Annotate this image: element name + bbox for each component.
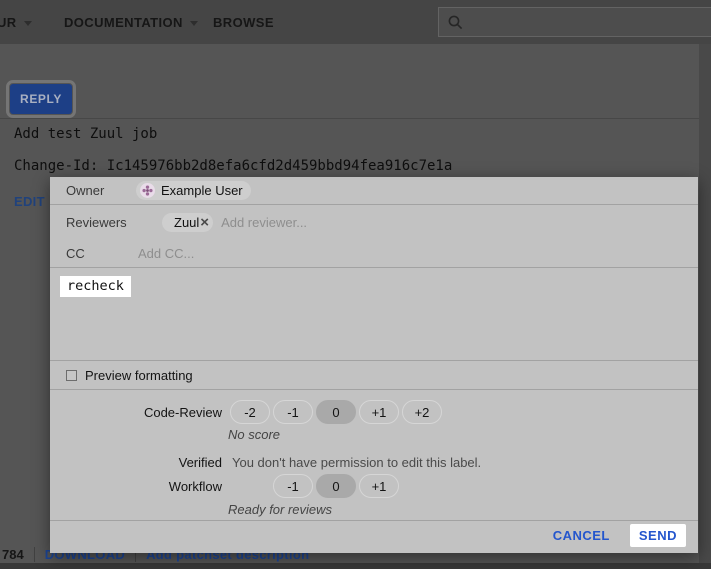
reviewers-label: Reviewers — [66, 215, 136, 230]
cc-row: CC Add CC... — [50, 239, 698, 268]
owner-label: Owner — [66, 183, 136, 198]
screen: REPLY Add test Zuul job Change-Id: Ic145… — [0, 0, 711, 569]
reviewers-row: Reviewers Zuul × Add reviewer... — [50, 205, 698, 239]
code-review-status: No score — [228, 427, 698, 442]
vote-button-code-review-minus1[interactable]: -1 — [273, 400, 313, 424]
workflow-row: Workflow -1 0 +1 — [50, 474, 698, 498]
dialog-action-bar: CANCEL SEND — [50, 521, 698, 549]
vote-button-code-review-zero[interactable]: 0 — [316, 400, 356, 424]
reviewer-chip-label: Zuul — [174, 215, 199, 230]
verified-row: Verified You don't have permission to ed… — [50, 455, 698, 470]
top-nav-bar: UR DOCUMENTATION BROWSE — [0, 0, 711, 44]
reply-dialog: Owner Example User Reviewers — [50, 177, 698, 553]
edit-link[interactable]: EDIT — [14, 194, 45, 209]
vote-button-workflow-minus1[interactable]: -1 — [273, 474, 313, 498]
nav-item-your[interactable]: UR — [0, 0, 32, 44]
footer-separator — [34, 547, 35, 562]
add-reviewer-input[interactable]: Add reviewer... — [221, 215, 307, 230]
workflow-buttons: -1 0 +1 — [273, 474, 402, 498]
preview-formatting-checkbox[interactable] — [66, 370, 77, 381]
nav-item-browse-label: BROWSE — [213, 15, 274, 30]
cc-label: CC — [66, 246, 136, 261]
bottom-strip — [0, 563, 711, 569]
remove-reviewer-icon[interactable]: × — [200, 215, 209, 230]
vote-button-workflow-plus1[interactable]: +1 — [359, 474, 399, 498]
owner-chip: Example User — [136, 181, 251, 200]
avatar-identicon-icon — [140, 183, 155, 198]
reply-message-text: recheck — [60, 276, 131, 297]
vote-button-workflow-zero[interactable]: 0 — [316, 474, 356, 498]
vote-button-code-review-plus2[interactable]: +2 — [402, 400, 442, 424]
code-review-row: Code-Review -2 -1 0 +1 +2 — [50, 400, 698, 424]
owner-row: Owner Example User — [50, 177, 698, 205]
owner-chip-label: Example User — [161, 183, 243, 198]
verified-label: Verified — [50, 455, 222, 470]
code-review-label: Code-Review — [50, 405, 222, 420]
code-review-buttons: -2 -1 0 +1 +2 — [230, 400, 445, 424]
content-divider — [0, 118, 699, 119]
nav-item-documentation[interactable]: DOCUMENTATION — [64, 0, 198, 44]
vote-section: Code-Review -2 -1 0 +1 +2 No score Verif… — [50, 390, 698, 521]
preview-formatting-row: Preview formatting — [50, 361, 698, 390]
nav-item-browse[interactable]: BROWSE — [213, 0, 274, 44]
nav-item-your-label: UR — [0, 15, 17, 30]
commit-message-line: Add test Zuul job — [14, 126, 157, 142]
cancel-button[interactable]: CANCEL — [553, 528, 610, 543]
add-cc-input[interactable]: Add CC... — [138, 246, 194, 261]
commit-change-id-line: Change-Id: Ic145976bb2d8efa6cfd2d459bbd9… — [14, 158, 452, 174]
reviewer-chip-zuul: Zuul × — [162, 213, 213, 232]
reply-button[interactable]: REPLY — [10, 84, 72, 114]
vote-button-code-review-plus1[interactable]: +1 — [359, 400, 399, 424]
vote-button-code-review-minus2[interactable]: -2 — [230, 400, 270, 424]
patchset-number: 784 — [2, 547, 24, 562]
reply-message-textarea[interactable]: recheck — [50, 268, 698, 361]
send-button[interactable]: SEND — [630, 524, 686, 547]
search-icon — [447, 14, 464, 31]
search-input[interactable] — [438, 7, 711, 37]
verified-permission-message: You don't have permission to edit this l… — [232, 455, 481, 470]
chevron-down-icon — [190, 21, 198, 26]
preview-formatting-label: Preview formatting — [85, 368, 193, 383]
right-margin-band — [699, 44, 711, 563]
chevron-down-icon — [24, 21, 32, 26]
workflow-label: Workflow — [50, 479, 222, 494]
workflow-status: Ready for reviews — [228, 502, 698, 517]
nav-item-documentation-label: DOCUMENTATION — [64, 15, 183, 30]
